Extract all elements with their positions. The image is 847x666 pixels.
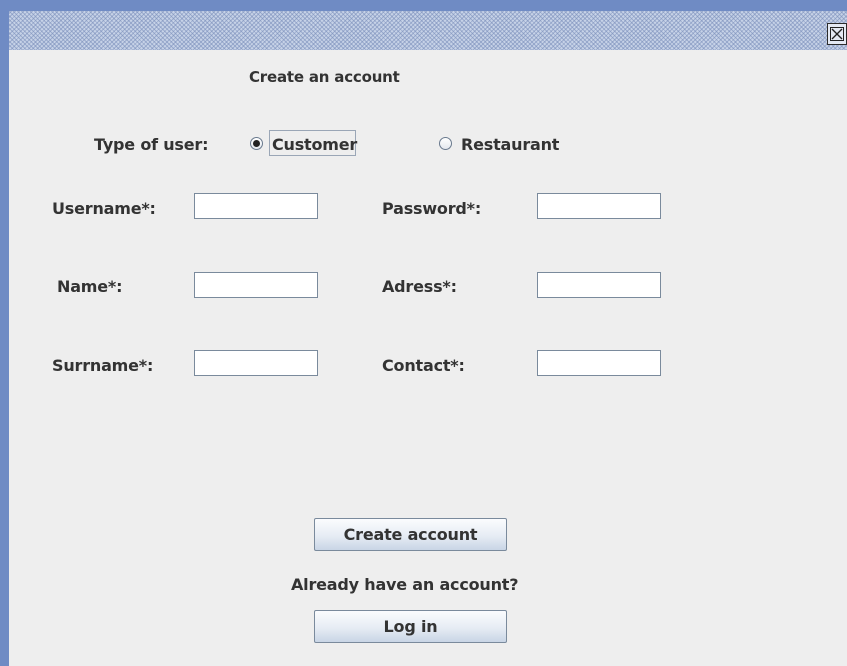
customer-option-label[interactable]: Customer [272, 135, 357, 154]
password-label: Password*: [382, 199, 482, 218]
user-type-label: Type of user: [94, 135, 209, 154]
title-bar[interactable] [9, 9, 847, 50]
restaurant-radio[interactable] [439, 137, 452, 150]
contact-field[interactable] [537, 350, 661, 376]
surname-field[interactable] [194, 350, 318, 376]
login-button[interactable]: Log in [314, 610, 507, 643]
address-field[interactable] [537, 272, 661, 298]
radio-selected-dot [253, 140, 260, 147]
signup-window: Create an account Type of user: Customer… [0, 0, 847, 666]
name-field[interactable] [194, 272, 318, 298]
customer-radio[interactable] [250, 137, 263, 150]
address-label: Adress*: [382, 277, 457, 296]
restaurant-option-label[interactable]: Restaurant [461, 135, 559, 154]
password-field[interactable] [537, 193, 661, 219]
surname-label: Surrname*: [52, 356, 154, 375]
name-label: Name*: [57, 277, 123, 296]
contact-label: Contact*: [382, 356, 465, 375]
username-label: Username*: [52, 199, 156, 218]
close-button[interactable] [827, 23, 847, 45]
window-border-left [0, 0, 9, 666]
create-account-button[interactable]: Create account [314, 518, 507, 551]
login-prompt: Already have an account? [291, 575, 519, 594]
close-icon [830, 27, 844, 41]
page-title: Create an account [249, 68, 400, 86]
username-field[interactable] [194, 193, 318, 219]
window-border-top [0, 0, 847, 9]
